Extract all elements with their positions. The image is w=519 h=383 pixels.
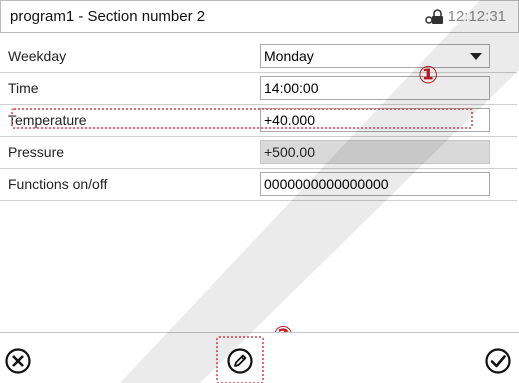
- pressure-input: +500.00: [260, 140, 490, 164]
- temperature-highlight: [11, 108, 473, 129]
- bottom-toolbar: [0, 332, 519, 383]
- row-weekday: Weekday Monday: [0, 40, 517, 73]
- row-functions: Functions on/off 0000000000000000: [0, 168, 517, 201]
- window-title: program1 - Section number 2: [10, 8, 206, 25]
- functions-input[interactable]: 0000000000000000: [260, 172, 490, 196]
- pressure-label: Pressure: [8, 144, 65, 160]
- edit-pencil-icon[interactable]: [226, 347, 254, 375]
- functions-label: Functions on/off: [8, 176, 108, 192]
- time-value: 14:00:00: [264, 80, 319, 96]
- callout-1: ①: [418, 62, 439, 89]
- clock-time: 12:12:31: [447, 8, 506, 25]
- status-area: 12:12:31: [424, 8, 506, 25]
- weekday-label: Weekday: [8, 48, 67, 64]
- checkmark-circle-icon[interactable]: [484, 347, 512, 375]
- time-input[interactable]: 14:00:00: [260, 76, 490, 100]
- pressure-value: +500.00: [264, 144, 315, 160]
- time-label: Time: [8, 80, 39, 96]
- close-circle-icon[interactable]: [4, 347, 32, 375]
- row-pressure: Pressure +500.00: [0, 136, 517, 169]
- functions-value: 0000000000000000: [264, 176, 389, 192]
- weekday-select[interactable]: Monday: [260, 44, 490, 68]
- row-time: Time 14:00:00: [0, 72, 517, 105]
- weekday-value: Monday: [264, 48, 314, 64]
- screen: program1 - Section number 2 12:12:31 Wee…: [0, 0, 519, 383]
- lock-icon: [424, 8, 445, 25]
- chevron-down-icon: [470, 53, 482, 60]
- title-bar: program1 - Section number 2 12:12:31: [0, 0, 519, 33]
